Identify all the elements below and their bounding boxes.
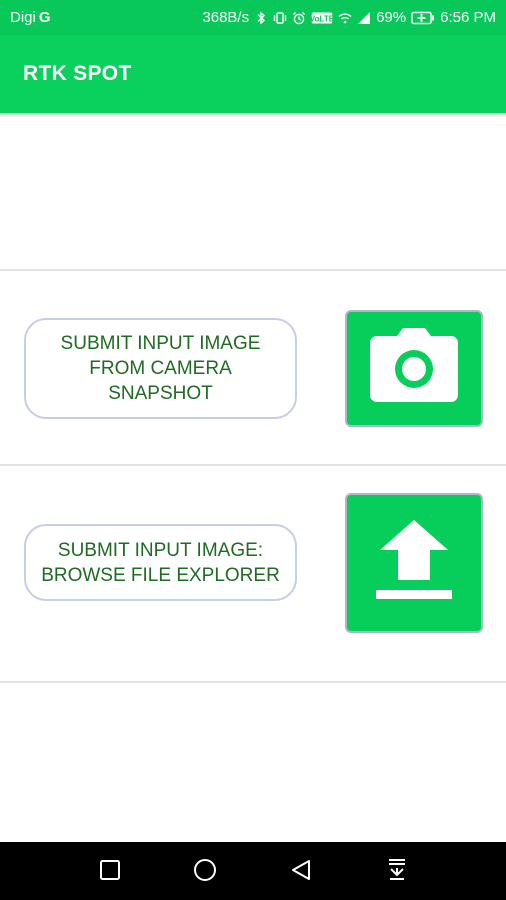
back-button[interactable] — [288, 859, 314, 885]
section-divider — [0, 269, 506, 271]
vibrate-icon — [273, 11, 287, 25]
submit-browse-file-button[interactable]: SUBMIT INPUT IMAGE: BROWSE FILE EXPLORER — [24, 524, 297, 601]
signal-icon — [357, 11, 371, 25]
section-divider — [0, 464, 506, 466]
submit-browse-file-label: SUBMIT INPUT IMAGE: BROWSE FILE EXPLORER — [41, 539, 280, 586]
carrier: Digi G — [10, 9, 51, 26]
submit-camera-snapshot-button[interactable]: SUBMIT INPUT IMAGE FROM CAMERA SNAPSHOT — [24, 318, 297, 419]
circle-icon — [193, 858, 217, 887]
app-title: RTK SPOT — [23, 62, 132, 85]
submit-camera-snapshot-label: SUBMIT INPUT IMAGE FROM CAMERA SNAPSHOT — [60, 333, 261, 404]
status-bar: Digi G 368B/s VoLTE 69% 6:56 PM — [0, 0, 506, 35]
volte-label: VoLTE — [311, 14, 333, 23]
recents-button[interactable] — [97, 859, 123, 885]
pull-down-icon — [385, 858, 409, 887]
section-divider — [0, 681, 506, 683]
square-icon — [99, 859, 121, 886]
wifi-icon — [338, 11, 352, 25]
upload-icon — [374, 519, 454, 607]
network-type: G — [38, 9, 51, 26]
navigation-bar — [0, 842, 506, 900]
upload-button[interactable] — [345, 493, 483, 633]
bluetooth-icon — [254, 11, 268, 25]
status-indicators: 368B/s VoLTE 69% 6:56 PM — [202, 9, 496, 26]
notifications-pull-down-button[interactable] — [384, 858, 410, 887]
app-bar: RTK SPOT — [0, 35, 506, 113]
battery-charging-icon — [411, 11, 435, 25]
battery-percent: 69% — [376, 9, 407, 26]
volte-icon: VoLTE — [311, 11, 333, 25]
network-speed: 368B/s — [202, 9, 250, 26]
back-triangle-icon — [290, 859, 312, 886]
carrier-name: Digi — [10, 9, 36, 26]
alarm-icon — [292, 11, 306, 25]
camera-button[interactable] — [345, 310, 483, 427]
home-button[interactable] — [192, 858, 218, 887]
clock: 6:56 PM — [440, 9, 496, 26]
camera-icon — [369, 328, 459, 409]
